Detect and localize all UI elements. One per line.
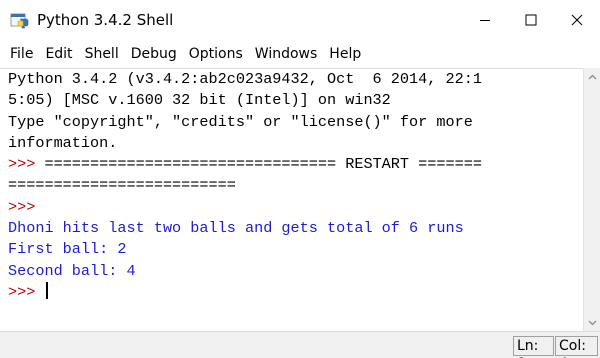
python-icon	[10, 12, 30, 30]
status-bar: Ln: 8 Col: 4	[0, 331, 600, 358]
output-line: Dhoni hits last two balls and gets total…	[8, 219, 464, 238]
shell-line: 5:05) [MSC v.1600 32 bit (Intel)] on win…	[8, 91, 391, 110]
output-line: Second ball: 4	[8, 261, 136, 280]
menu-shell[interactable]: Shell	[79, 40, 125, 68]
vertical-scrollbar[interactable]	[583, 68, 600, 331]
title-bar: Python 3.4.2 Shell	[0, 0, 600, 40]
close-icon	[571, 14, 583, 26]
maximize-icon	[525, 14, 537, 26]
menu-options[interactable]: Options	[183, 40, 249, 68]
scroll-down-button[interactable]	[584, 314, 600, 331]
shell-line: >>>	[0, 197, 583, 218]
minimize-icon	[480, 20, 490, 21]
shell-line: >>> ================================ RES…	[8, 155, 482, 174]
column-number-indicator: Col: 4	[555, 336, 598, 358]
shell-line: Type "copyright", "credits" or "license(…	[8, 112, 473, 131]
shell-line: information.	[8, 133, 118, 152]
menu-windows[interactable]: Windows	[249, 40, 324, 68]
text-cursor	[46, 281, 49, 299]
shell-line: Python 3.4.2 (v3.4.2:ab2c023a9432, Oct 6…	[8, 70, 482, 88]
shell-prompt: >>>	[8, 282, 45, 301]
chevron-up-icon	[588, 74, 596, 79]
line-number-indicator: Ln: 8	[513, 336, 554, 358]
shell-prompt: >>>	[8, 197, 45, 216]
shell-input-line[interactable]: >>>	[0, 281, 583, 303]
close-button[interactable]	[554, 0, 600, 40]
minimize-button[interactable]	[462, 0, 508, 40]
menu-bar: File Edit Shell Debug Options Windows He…	[0, 40, 600, 68]
menu-edit[interactable]: Edit	[39, 40, 78, 68]
menu-debug[interactable]: Debug	[125, 40, 183, 68]
chevron-down-icon	[588, 320, 596, 325]
window-title: Python 3.4.2 Shell	[37, 11, 174, 29]
shell-text-area[interactable]: Python 3.4.2 (v3.4.2:ab2c023a9432, Oct 6…	[0, 68, 583, 331]
shell-line: =========================	[8, 176, 236, 195]
shell-prompt: >>>	[8, 155, 45, 174]
scroll-up-button[interactable]	[584, 68, 600, 85]
output-line: First ball: 2	[8, 240, 127, 259]
menu-help[interactable]: Help	[323, 40, 367, 68]
maximize-button[interactable]	[508, 0, 554, 40]
menu-file[interactable]: File	[4, 40, 39, 68]
